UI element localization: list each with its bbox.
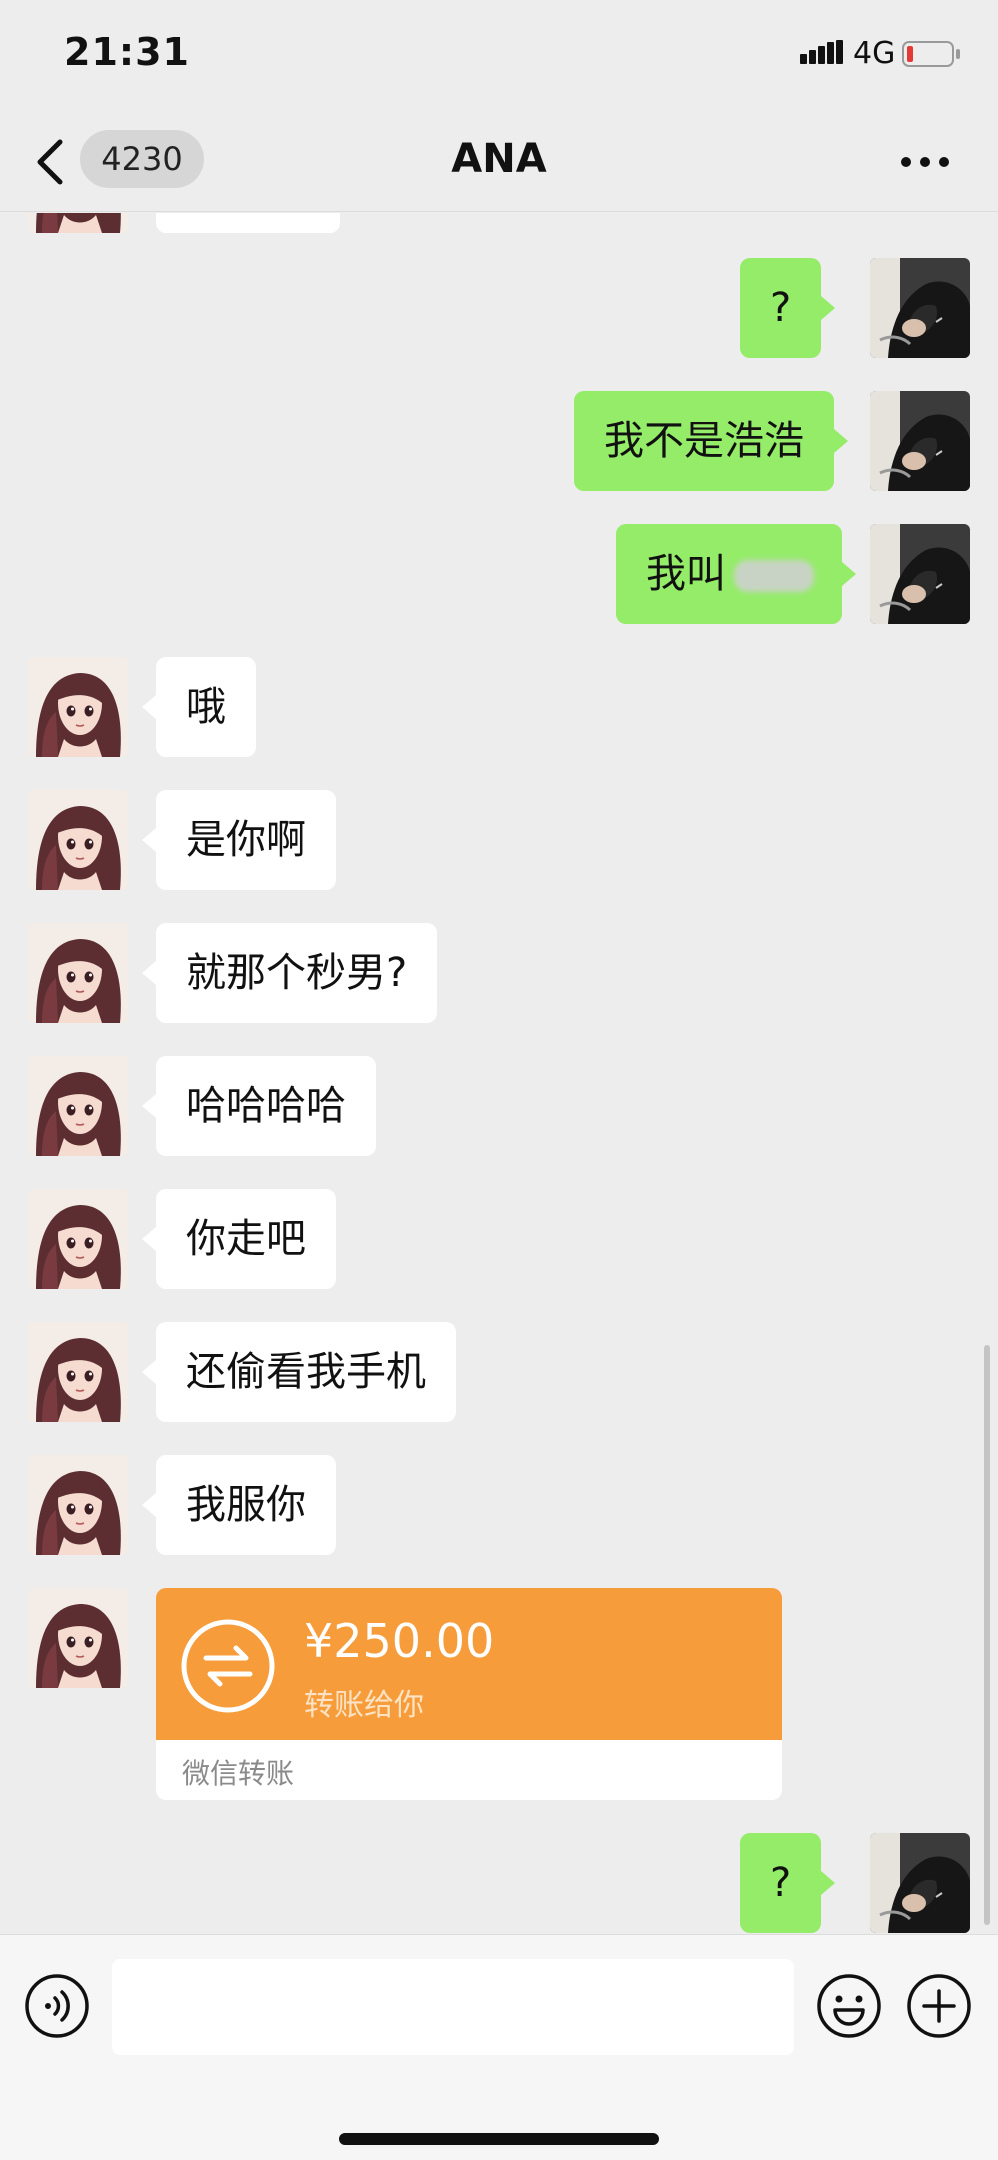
- message-input[interactable]: [112, 1959, 794, 2055]
- message-bubble[interactable]: 哈哈哈哈: [142, 1056, 376, 1156]
- message-bubble[interactable]: 我服你: [142, 1455, 336, 1555]
- input-bar: [0, 1934, 998, 2160]
- user-avatar[interactable]: [870, 1833, 970, 1933]
- message-bubble[interactable]: 就那个秒男?: [141, 923, 438, 1023]
- message-bubble[interactable]: 我叫: [616, 524, 856, 624]
- plus-icon[interactable]: [906, 1973, 972, 2039]
- message-bubble[interactable]: 你走吧: [142, 1189, 336, 1289]
- transfer-source: 微信转账: [182, 1757, 295, 1790]
- contact-avatar[interactable]: [28, 923, 128, 1023]
- message-bubble[interactable]: [156, 213, 340, 233]
- contact-avatar[interactable]: [28, 1189, 128, 1289]
- transfer-header: ¥250.00 转账给你: [156, 1588, 782, 1740]
- message-text: 我叫: [646, 551, 726, 597]
- emoji-icon[interactable]: [816, 1973, 882, 2039]
- back-button[interactable]: [26, 132, 76, 192]
- status-bar: 21:31 4G: [0, 0, 998, 110]
- transfer-footer: 微信转账: [156, 1740, 782, 1800]
- battery-icon: [902, 41, 960, 67]
- user-avatar[interactable]: [870, 258, 970, 358]
- contact-avatar[interactable]: [28, 1588, 128, 1688]
- voice-icon[interactable]: [24, 1973, 90, 2039]
- transfer-card[interactable]: ¥250.00 转账给你 微信转账: [156, 1588, 782, 1800]
- contact-avatar[interactable]: [28, 657, 128, 757]
- message-bubble[interactable]: 是你啊: [142, 790, 336, 890]
- status-time: 21:31: [64, 30, 190, 74]
- network-label: 4G: [853, 36, 896, 71]
- message-bubble[interactable]: 还偷看我手机: [142, 1322, 456, 1422]
- contact-avatar[interactable]: [28, 1056, 128, 1156]
- redaction-mask: [734, 560, 814, 592]
- signal-icon: [800, 40, 843, 64]
- message-bubble[interactable]: ?: [740, 1833, 836, 1933]
- contact-avatar[interactable]: [28, 790, 128, 890]
- contact-avatar[interactable]: [28, 1455, 128, 1555]
- user-avatar[interactable]: [870, 391, 970, 491]
- chat-header: 4230 ANA: [0, 112, 998, 212]
- contact-avatar[interactable]: [28, 213, 128, 233]
- unread-count-badge[interactable]: 4230: [80, 130, 204, 188]
- transfer-amount: ¥250.00: [304, 1614, 495, 1668]
- message-bubble[interactable]: 我不是浩浩: [574, 391, 848, 491]
- scrollbar[interactable]: [984, 1345, 990, 1925]
- home-indicator[interactable]: [339, 2133, 659, 2145]
- contact-avatar[interactable]: [28, 1322, 128, 1422]
- transfer-icon: [181, 1619, 275, 1713]
- transfer-note: 转账给你: [304, 1688, 424, 1723]
- message-bubble[interactable]: ?: [740, 258, 836, 358]
- message-list[interactable]: ? 我不是浩浩 我叫 哦 是你啊 就那个秒男? 哈哈哈哈 你走吧 还偷看我手机 …: [0, 213, 998, 1933]
- chat-screen: 21:31 4G 4230 ANA ? 我不是浩浩 我叫 哦 是你啊 就那个秒男…: [0, 0, 998, 2160]
- more-dots-icon[interactable]: [890, 134, 960, 190]
- message-bubble[interactable]: 哦: [142, 657, 256, 757]
- user-avatar[interactable]: [870, 524, 970, 624]
